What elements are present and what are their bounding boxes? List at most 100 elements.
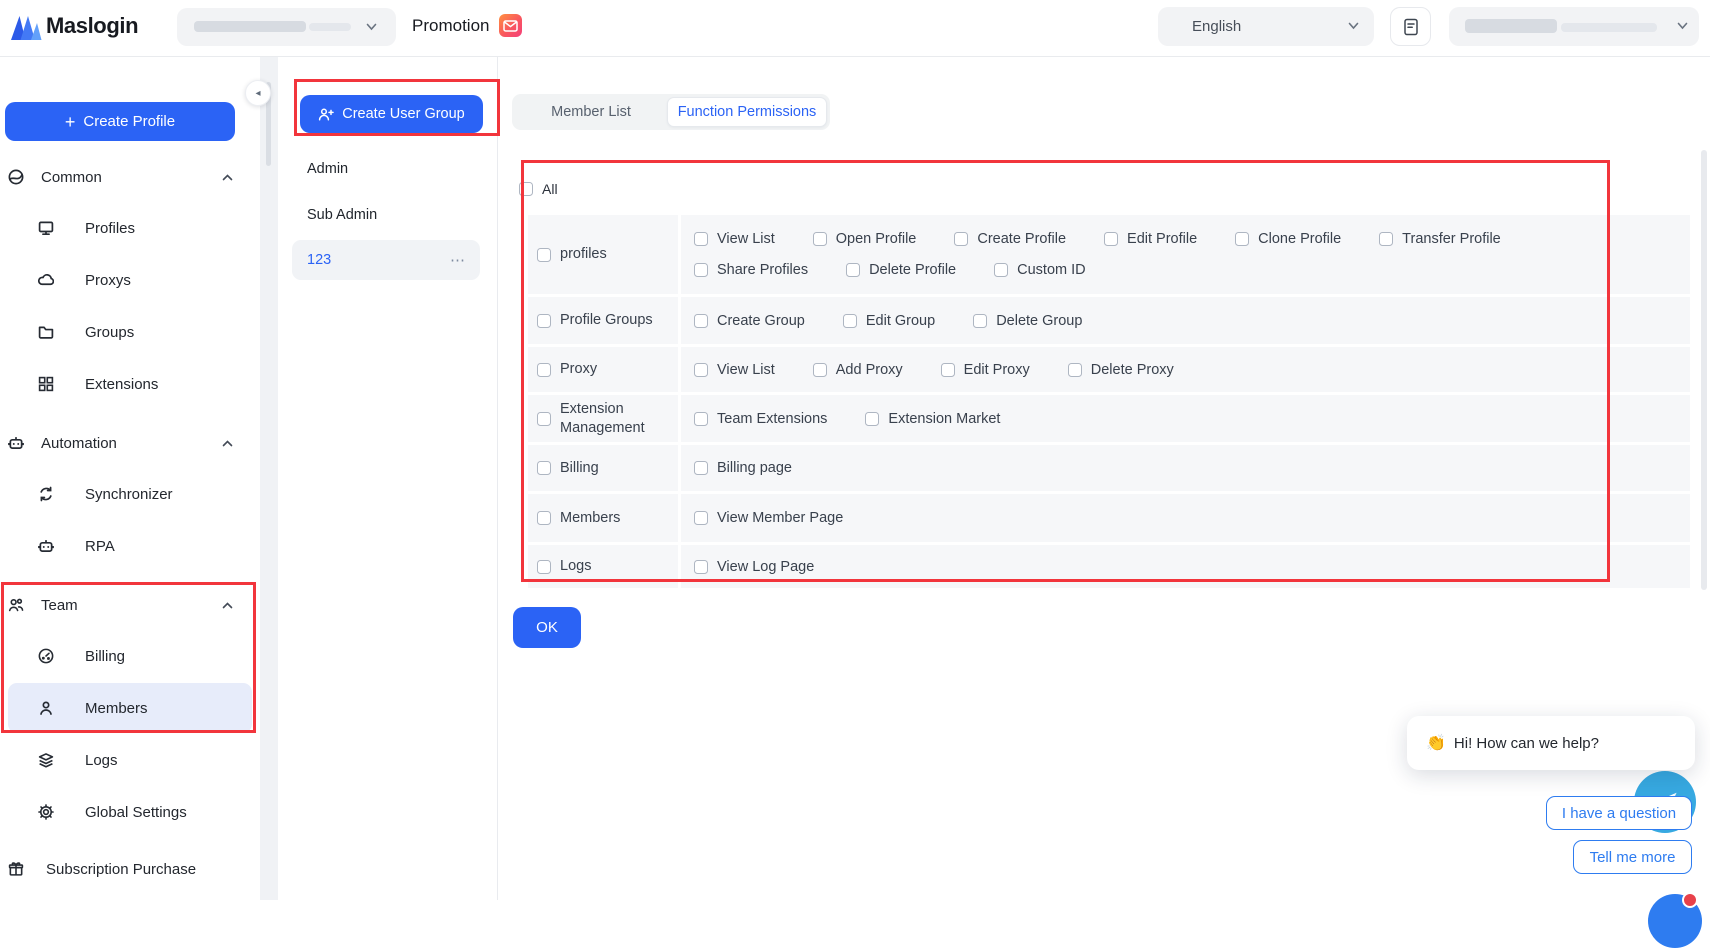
section-label: Team (41, 597, 78, 614)
permission-checkbox[interactable] (813, 232, 827, 246)
permission-row: profilesView ListOpen ProfileCreate Prof… (528, 215, 1690, 294)
chevron-up-icon (222, 174, 233, 181)
sidebar-section-common[interactable]: Common (0, 160, 260, 194)
category-checkbox[interactable] (537, 511, 551, 525)
sidebar-item-global-settings[interactable]: Global Settings (0, 795, 260, 829)
permission-checkbox[interactable] (1235, 232, 1249, 246)
sidebar-item-rpa[interactable]: RPA (0, 529, 260, 563)
chat-greeting-bubble: 👏 Hi! How can we help? (1407, 716, 1695, 770)
permission-checkbox[interactable] (694, 511, 708, 525)
sidebar-gap (260, 57, 278, 900)
permission-checkbox[interactable] (694, 263, 708, 277)
sidebar-item-proxys[interactable]: Proxys (0, 263, 260, 297)
permission-items-cell: Team ExtensionsExtension Market (681, 395, 1690, 442)
sidebar-item-members[interactable]: Members (0, 691, 260, 725)
permission-checkbox[interactable] (941, 363, 955, 377)
chevron-up-icon (222, 440, 233, 447)
sidebar-item-synchronizer[interactable]: Synchronizer (0, 477, 260, 511)
sidebar-item-logs[interactable]: Logs (0, 743, 260, 777)
permission-checkbox[interactable] (973, 314, 987, 328)
item-label: Groups (85, 324, 134, 341)
group-item-admin[interactable]: Admin (292, 149, 480, 189)
category-checkbox[interactable] (537, 363, 551, 377)
category-checkbox[interactable] (537, 461, 551, 475)
promotion-label[interactable]: Promotion (412, 16, 489, 36)
gear-icon (38, 804, 54, 820)
permission-row: Extension ManagementTeam ExtensionsExten… (528, 392, 1690, 442)
chevron-down-icon (1348, 22, 1359, 30)
create-user-group-button[interactable]: Create User Group (300, 95, 483, 133)
select-all-checkbox[interactable] (519, 182, 533, 196)
permission-item: Delete Profile (846, 262, 956, 278)
account-dropdown[interactable] (1449, 7, 1699, 46)
permission-items-cell: View ListOpen ProfileCreate ProfileEdit … (681, 215, 1690, 294)
permission-checkbox[interactable] (694, 412, 708, 426)
tab-function-permissions[interactable]: Function Permissions (667, 97, 827, 127)
permission-checkbox[interactable] (1104, 232, 1118, 246)
permission-label: Delete Proxy (1091, 362, 1174, 378)
category-checkbox[interactable] (537, 560, 551, 574)
document-icon-button[interactable] (1390, 7, 1431, 46)
permission-checkbox[interactable] (1379, 232, 1393, 246)
sidebar-item-billing[interactable]: Billing (0, 639, 260, 673)
team-people-icon (8, 597, 24, 613)
language-dropdown[interactable] (1158, 7, 1374, 46)
select-all-row: All (519, 181, 558, 197)
item-label: Subscription Purchase (46, 861, 196, 878)
sidebar-item-profiles[interactable]: Profiles (0, 211, 260, 245)
category-label: Members (560, 509, 620, 527)
permission-checkbox[interactable] (694, 363, 708, 377)
sidebar-item-groups[interactable]: Groups (0, 315, 260, 349)
permission-label: Extension Market (888, 411, 1000, 427)
create-user-group-label: Create User Group (342, 106, 465, 122)
permission-checkbox[interactable] (694, 232, 708, 246)
permission-items-list: View ListAdd ProxyEdit ProxyDelete Proxy (694, 362, 1174, 378)
promotion-envelope-icon[interactable] (499, 14, 522, 37)
category-checkbox[interactable] (537, 248, 551, 262)
permission-label: Delete Group (996, 313, 1082, 329)
notification-badge (1682, 892, 1698, 908)
sidebar-item-subscription-purchase[interactable]: Subscription Purchase (0, 852, 260, 886)
vertical-scrollbar[interactable] (1701, 150, 1707, 590)
permission-category-cell: Profile Groups (528, 297, 681, 344)
permission-items-list: View ListOpen ProfileCreate ProfileEdit … (694, 231, 1524, 278)
sidebar-collapse-button[interactable]: ◂ (245, 80, 271, 106)
permission-checkbox[interactable] (1068, 363, 1082, 377)
permission-label: Share Profiles (717, 262, 808, 278)
sidebar-section-team[interactable]: Team (0, 588, 260, 622)
category-checkbox[interactable] (537, 412, 551, 426)
permission-label: Create Profile (977, 231, 1066, 247)
permission-item: View List (694, 362, 775, 378)
group-item-123[interactable]: 123 ⋯ (292, 240, 480, 280)
chat-option-tell-me-more-button[interactable]: Tell me more (1573, 840, 1692, 874)
group-item-sub-admin[interactable]: Sub Admin (292, 195, 480, 235)
permission-checkbox[interactable] (694, 461, 708, 475)
ok-button[interactable]: OK (513, 607, 581, 648)
permission-item: Delete Proxy (1068, 362, 1174, 378)
permission-checkbox[interactable] (694, 314, 708, 328)
category-checkbox[interactable] (537, 314, 551, 328)
sidebar-section-automation[interactable]: Automation (0, 426, 260, 460)
permission-checkbox[interactable] (846, 263, 860, 277)
sidebar-item-extensions[interactable]: Extensions (0, 367, 260, 401)
permission-row: Profile GroupsCreate GroupEdit GroupDele… (528, 294, 1690, 344)
permission-checkbox[interactable] (994, 263, 1008, 277)
permission-checkbox[interactable] (954, 232, 968, 246)
permission-item: Custom ID (994, 262, 1086, 278)
permission-category-cell: Extension Management (528, 395, 681, 442)
permission-items-list: View Log Page (694, 559, 814, 575)
chat-option-question-button[interactable]: I have a question (1546, 796, 1692, 830)
create-profile-button[interactable]: + Create Profile (5, 102, 235, 141)
permission-rows: profilesView ListOpen ProfileCreate Prof… (528, 215, 1690, 588)
permission-checkbox[interactable] (694, 560, 708, 574)
permission-label: View List (717, 231, 775, 247)
tab-member-list[interactable]: Member List (515, 97, 667, 127)
permission-checkbox[interactable] (813, 363, 827, 377)
permission-checkbox[interactable] (843, 314, 857, 328)
permission-checkbox[interactable] (865, 412, 879, 426)
item-label: Synchronizer (85, 486, 173, 503)
more-options-icon[interactable]: ⋯ (450, 251, 466, 269)
workspace-dropdown[interactable] (177, 8, 396, 46)
item-label: Profiles (85, 220, 135, 237)
permission-row: ProxyView ListAdd ProxyEdit ProxyDelete … (528, 344, 1690, 392)
